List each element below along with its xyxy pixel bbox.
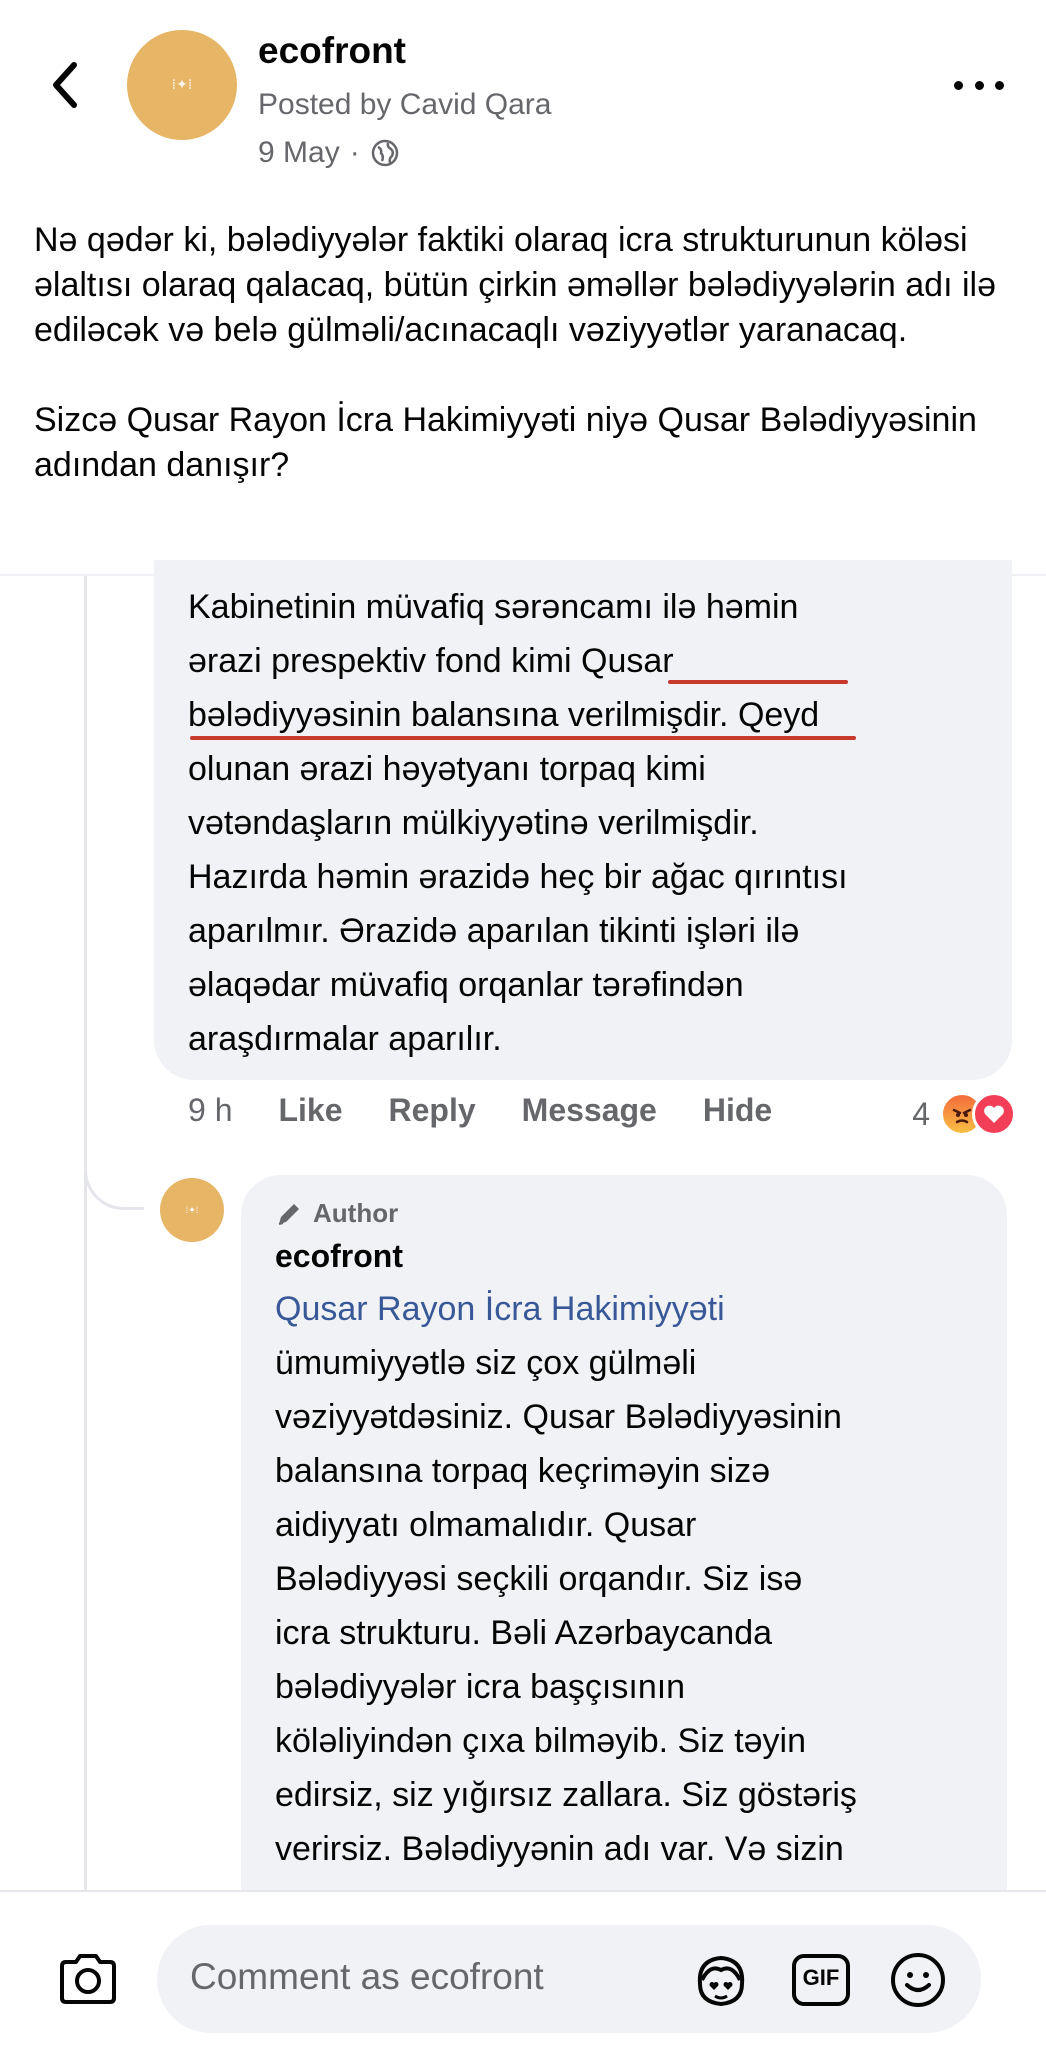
mention-link[interactable]: Qusar Rayon İcra Hakimiyyəti (275, 1282, 995, 1336)
comment-line: araşdırmalar aparılır. (188, 1020, 502, 1058)
reply-avatar[interactable]: ⁞✦⁞ (160, 1178, 224, 1242)
emoji-icon (891, 1953, 945, 2007)
page-avatar[interactable]: ⁞✦⁞ (127, 30, 237, 140)
message-button[interactable]: Message (522, 1092, 657, 1129)
dot-icon (954, 80, 963, 90)
globe-icon (371, 139, 398, 167)
gif-button[interactable]: GIF (790, 1950, 852, 2010)
comment-line: ərazi prespektiv fond kimi Qusar (188, 642, 674, 680)
reply-line: verirsiz. Bələdiyyənin adı var. Və sizin (275, 1830, 844, 1868)
reply-line: bələdiyyələr icra başçısının (275, 1668, 686, 1706)
thread-line (84, 576, 87, 1896)
camera-icon (60, 1954, 116, 2004)
reply-line: icra strukturu. Bəli Azərbaycanda (275, 1614, 773, 1652)
comment-line: Kabinetinin müvafiq sərəncamı ilə həmin (188, 588, 799, 626)
reply-line: edirsiz, siz yığırsız zallara. Siz göstə… (275, 1776, 857, 1814)
sticker-button[interactable] (690, 1950, 752, 2010)
comment-line: vətəndaşların mülkiyyətinə verilmişdir. (188, 804, 759, 842)
reply-text: Qusar Rayon İcra Hakimiyyəti ümumiyyətlə… (275, 1282, 995, 1876)
avatar-logo-icon: ⁞✦⁞ (171, 77, 193, 93)
comment-line: aparılmır. Ərazidə aparılan tikinti işlə… (188, 912, 800, 950)
post-paragraph: Sizcə Qusar Rayon İcra Hakimiyyəti niyə … (34, 401, 977, 484)
author-badge-label: Author (313, 1198, 399, 1228)
comment-placeholder[interactable]: Comment as ecofront (190, 1956, 544, 1998)
reply-author-name[interactable]: ecofront (275, 1238, 403, 1275)
gif-label: GIF (802, 1965, 840, 1990)
post-meta: 9 May · (258, 136, 400, 170)
back-button[interactable] (40, 55, 90, 115)
highlight-underline (668, 680, 848, 684)
comment-actions: 9 h Like Reply Message Hide (188, 1092, 818, 1129)
post-date[interactable]: 9 May (258, 136, 340, 170)
highlight-underline (190, 736, 856, 740)
post-header: ⁞✦⁞ ecofront Posted by Cavid Qara 9 May … (0, 0, 1046, 190)
author-pen-icon (278, 1203, 299, 1225)
thread-connector (84, 1100, 144, 1210)
comment-line: olunan ərazi həyətyanı torpaq kimi (188, 750, 706, 788)
author-badge: Author (275, 1198, 398, 1229)
reply-line: ümumiyyətlə siz çox gülməli (275, 1344, 697, 1382)
comment-line: Hazırda həmin ərazidə heç bir ağac qırın… (188, 858, 848, 896)
reply-line: köləliyindən çıxa bilməyib. Siz təyin (275, 1722, 807, 1760)
reaction-summary[interactable]: 4 (912, 1092, 1016, 1136)
comment-line: əlaqədar müvafiq orqanlar tərəfindən (188, 966, 744, 1004)
more-options-button[interactable] (954, 70, 1004, 100)
posted-by[interactable]: Posted by Cavid Qara (258, 88, 551, 122)
camera-button[interactable] (56, 1950, 120, 2008)
reply-line: aidiyyatı olmamalıdır. Qusar (275, 1506, 697, 1544)
reply-button[interactable]: Reply (389, 1092, 476, 1129)
love-reaction-icon (972, 1092, 1016, 1136)
comment-time: 9 h (188, 1092, 233, 1128)
meta-separator: · (349, 136, 360, 169)
post-paragraph: Nə qədər ki, bələdiyyələr faktiki olaraq… (34, 221, 996, 349)
hide-button[interactable]: Hide (703, 1092, 772, 1129)
reply-line: balansına torpaq keçriməyin sizə (275, 1452, 771, 1490)
emoji-button[interactable] (887, 1950, 949, 2010)
chevron-left-icon (53, 62, 77, 108)
dot-icon (995, 80, 1004, 90)
page-name[interactable]: ecofront (258, 30, 406, 72)
comment-text: Kabinetinin müvafiq sərəncamı ilə həmin … (188, 580, 1008, 1066)
dot-icon (974, 80, 984, 90)
reply-line: Bələdiyyəsi seçkili orqandır. Siz isə (275, 1560, 803, 1598)
avatar-logo-icon: ⁞✦⁞ (185, 1204, 199, 1215)
reaction-count: 4 (912, 1095, 930, 1132)
post-body: Nə qədər ki, bələdiyyələr faktiki olaraq… (34, 218, 1014, 533)
like-button[interactable]: Like (278, 1092, 342, 1129)
avatar-sticker-icon (697, 1955, 745, 2007)
reply-line: vəziyyətdəsiniz. Qusar Bələdiyyəsinin (275, 1398, 842, 1436)
comment-line: bələdiyyəsinin balansına verilmişdir. Qe… (188, 696, 820, 734)
